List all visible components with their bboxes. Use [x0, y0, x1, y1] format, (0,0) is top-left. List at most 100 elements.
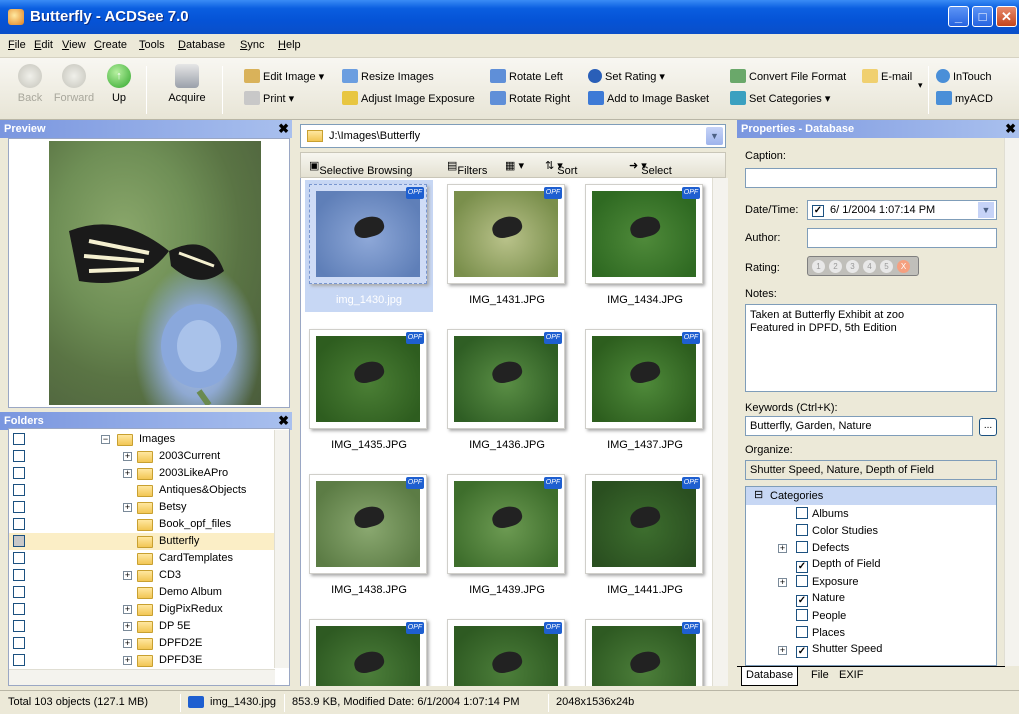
myacd-button[interactable]: myACD [936, 91, 993, 109]
properties-close-icon[interactable]: ✖ [1005, 121, 1016, 137]
folder-checkbox[interactable] [13, 569, 25, 581]
folders-close-icon[interactable]: ✖ [278, 413, 289, 429]
folder-row[interactable]: − Images [9, 431, 279, 448]
expand-toggle[interactable]: + [123, 605, 132, 614]
folder-row[interactable]: +2003Current [9, 448, 279, 465]
minimize-button[interactable]: _ [948, 6, 969, 27]
category-item[interactable]: ✓ Nature [796, 592, 845, 609]
print-button[interactable]: Print ▾ [244, 91, 294, 109]
expand-toggle[interactable]: + [123, 622, 132, 631]
thumbnail-item[interactable]: OPF IMG_1437.JPG [581, 325, 709, 457]
folder-row[interactable]: + DP 5E [9, 618, 279, 635]
thumbnail-item[interactable]: OPF IMG_1435.JPG [305, 325, 433, 457]
folder-row[interactable]: + DPFD2E [9, 635, 279, 652]
categories-root-row[interactable]: ⊟ Categories [746, 487, 996, 505]
folder-checkbox[interactable] [13, 637, 25, 649]
folder-row[interactable]: Book_opf_files [9, 516, 279, 533]
path-bar[interactable]: J:\Images\Butterfly ▼ [300, 124, 726, 148]
expand-toggle[interactable]: + [778, 544, 787, 553]
edit-image-button[interactable]: Edit Image ▾ [244, 69, 324, 87]
sort-button[interactable]: ⇅ Sort ▾ [545, 159, 577, 177]
rating-4-button[interactable]: 4 [863, 260, 876, 273]
select-button[interactable]: ➜ Select ▾ [629, 159, 672, 177]
thumbnail-item[interactable]: OPF [581, 615, 709, 686]
file-list-scrollbar[interactable] [712, 178, 728, 686]
folder-checkbox[interactable] [13, 484, 25, 496]
rating-selector[interactable]: 1 2 3 4 5 X [807, 256, 919, 276]
folders-vertical-scrollbar[interactable] [274, 430, 289, 668]
rating-5-button[interactable]: 5 [880, 260, 893, 273]
category-item[interactable]: Places [796, 626, 845, 643]
author-field[interactable] [807, 228, 997, 248]
back-button[interactable]: Back [8, 64, 52, 116]
category-item[interactable]: + Defects [778, 541, 849, 558]
folder-checkbox[interactable] [13, 654, 25, 666]
folder-checkbox[interactable] [13, 552, 25, 564]
category-item[interactable]: Color Studies [796, 524, 878, 541]
collapse-toggle[interactable]: ⊟ [754, 488, 763, 501]
folder-row[interactable]: + DPFD3E [9, 652, 279, 669]
folder-checkbox[interactable] [13, 501, 25, 513]
folder-checkbox[interactable] [13, 518, 25, 530]
category-checkbox[interactable] [796, 524, 808, 536]
folder-checkbox[interactable] [13, 433, 25, 445]
folder-row[interactable]: +2003LikeAPro [9, 465, 279, 482]
thumbnail-item[interactable]: OPF IMG_1439.JPG [443, 470, 571, 602]
category-item[interactable]: ✓ Depth of Field [796, 558, 880, 575]
folder-row[interactable]: + DigPixRedux [9, 601, 279, 618]
expand-toggle[interactable]: + [123, 503, 132, 512]
category-item[interactable]: + ✓ Shutter Speed [778, 643, 882, 660]
keywords-field[interactable]: Butterfly, Garden, Nature [745, 416, 973, 436]
folder-row-selected[interactable]: Butterfly [9, 533, 279, 550]
thumbnail-item[interactable]: OPF img_1430.jpg [305, 180, 433, 312]
menu-tools[interactable]: Tools [139, 39, 165, 51]
category-checkbox[interactable] [796, 507, 808, 519]
folder-checkbox[interactable] [13, 467, 25, 479]
category-checkbox[interactable] [796, 541, 808, 553]
expand-toggle[interactable]: + [123, 639, 132, 648]
expand-toggle[interactable]: + [778, 646, 787, 655]
set-rating-button[interactable]: Set Rating ▾ [588, 69, 665, 87]
properties-scrollbar[interactable] [1004, 138, 1019, 666]
category-checkbox[interactable] [796, 609, 808, 621]
filters-button[interactable]: ▤ Filters [447, 159, 487, 177]
rotate-left-button[interactable]: Rotate Left [490, 69, 563, 87]
folders-horizontal-scrollbar[interactable] [9, 669, 275, 685]
expand-toggle[interactable]: + [123, 571, 132, 580]
menu-help[interactable]: Help [278, 39, 301, 51]
tab-exif[interactable]: EXIF [835, 667, 867, 686]
rotate-right-button[interactable]: Rotate Right [490, 91, 570, 109]
caption-field[interactable] [745, 168, 997, 188]
chevron-down-icon[interactable]: ▼ [706, 127, 723, 145]
category-item[interactable]: People [796, 609, 846, 626]
add-to-basket-button[interactable]: Add to Image Basket [588, 91, 709, 109]
rating-2-button[interactable]: 2 [829, 260, 842, 273]
expand-toggle[interactable]: + [123, 656, 132, 665]
category-checkbox[interactable]: ✓ [796, 561, 808, 573]
selective-browsing-button[interactable]: ▣ Selective Browsing [309, 159, 412, 177]
expand-toggle[interactable]: + [778, 578, 787, 587]
folder-checkbox[interactable] [13, 450, 25, 462]
menu-sync[interactable]: Sync [240, 39, 264, 51]
folder-checkbox[interactable] [13, 603, 25, 615]
expand-toggle[interactable]: + [123, 469, 132, 478]
toolbar-overflow-chevron[interactable]: ▾ [918, 80, 923, 98]
tab-database[interactable]: Database [741, 667, 799, 686]
maximize-button[interactable]: □ [972, 6, 993, 27]
rating-1-button[interactable]: 1 [812, 260, 825, 273]
folder-row[interactable]: Antiques&Objects [9, 482, 279, 499]
menu-edit[interactable]: Edit [34, 39, 53, 51]
folder-checkbox[interactable] [13, 586, 25, 598]
view-mode-button[interactable]: ▦ ▾ [505, 159, 524, 172]
tab-file[interactable]: File [807, 667, 833, 686]
datetime-checkbox[interactable]: ✓ [812, 205, 824, 217]
menu-create[interactable]: Create [94, 39, 127, 51]
resize-images-button[interactable]: Resize Images [342, 69, 434, 87]
folder-checkbox[interactable] [13, 620, 25, 632]
thumbnail-item[interactable]: OPF [305, 615, 433, 686]
folder-row[interactable]: + CD3 [9, 567, 279, 584]
category-checkbox[interactable]: ✓ [796, 646, 808, 658]
menu-database[interactable]: Database [178, 39, 225, 51]
adjust-exposure-button[interactable]: Adjust Image Exposure [342, 91, 475, 109]
folder-checkbox[interactable] [13, 535, 25, 547]
